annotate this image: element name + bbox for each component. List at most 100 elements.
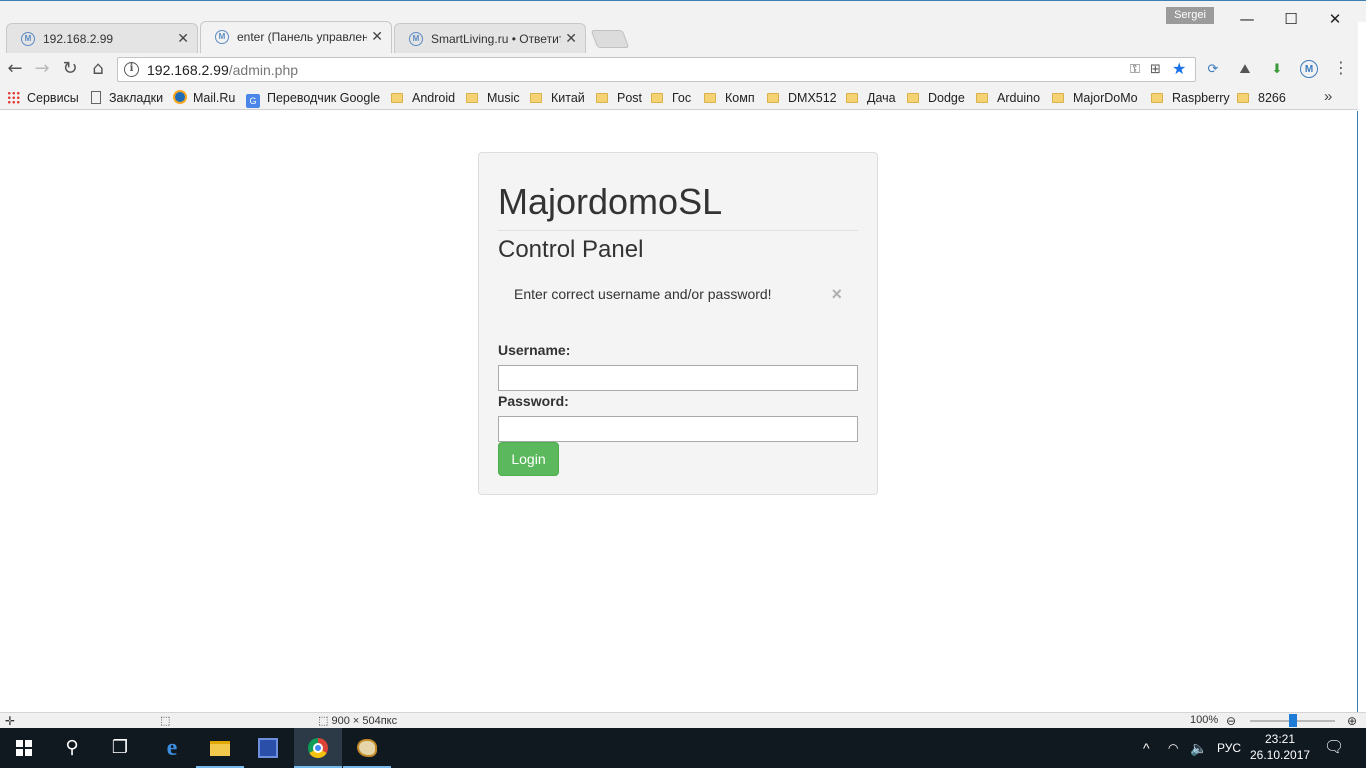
bookmark-folder-dmx512[interactable]: DMX512 (767, 89, 837, 107)
taskbar-chrome[interactable] (294, 728, 342, 768)
folder-icon (596, 93, 608, 103)
taskbar-file-explorer[interactable] (196, 728, 244, 768)
profile-badge[interactable]: Sergei (1166, 7, 1214, 24)
taskbar-edge[interactable]: e (148, 728, 196, 768)
bookmark-google-translate[interactable]: G Переводчик Google (246, 89, 381, 108)
start-button[interactable] (0, 728, 48, 768)
bookmark-label: Raspberry (1172, 91, 1230, 105)
folder-icon (976, 93, 988, 103)
address-bar[interactable]: i 192.168.2.99/admin.php ⚿ ⊞ ★ (117, 57, 1196, 82)
minimize-button[interactable]: — (1224, 7, 1270, 31)
close-tab-icon[interactable]: ✕ (565, 30, 577, 47)
sync-extension-icon[interactable]: ⟳ (1204, 60, 1222, 78)
bookmark-mailru[interactable]: Mail.Ru (173, 89, 235, 107)
forward-arrow-icon[interactable]: → (31, 58, 53, 80)
bookmarks-bar: Сервисы Закладки Mail.Ru G Переводчик Goo… (0, 86, 1366, 110)
login-button[interactable]: Login (498, 442, 559, 476)
bookmark-folder-raspberry[interactable]: Raspberry (1151, 89, 1230, 107)
taskbar-save-app[interactable] (244, 728, 292, 768)
bookmark-folder-majordomo[interactable]: MajorDoMo (1052, 89, 1138, 107)
bookmark-label: Китай (551, 91, 585, 105)
tab-192-168-2-99[interactable]: M 192.168.2.99 ✕ (6, 23, 198, 53)
bookmark-label: Дача (867, 91, 896, 105)
bookmark-label: Гос (672, 91, 692, 105)
majordomo-extension-icon[interactable]: M (1300, 60, 1318, 78)
bookmark-folder-gos[interactable]: Гос (651, 89, 691, 107)
bookmarks-overflow-chevron-icon[interactable]: » (1324, 88, 1332, 105)
system-clock[interactable]: 23:21 26.10.2017 (1250, 731, 1310, 763)
bookmark-folder-dodge[interactable]: Dodge (907, 89, 965, 107)
username-label: Username: (498, 342, 571, 358)
vpn-extension-icon[interactable]: ⛰ (1236, 60, 1254, 78)
zoom-slider-thumb[interactable] (1289, 714, 1297, 727)
network-icon[interactable]: ◠ (1168, 728, 1178, 768)
close-window-button[interactable]: ✕ (1312, 7, 1358, 31)
bookmark-folder-post[interactable]: Post (596, 89, 642, 107)
bookmark-folder-dacha[interactable]: Дача (846, 89, 896, 107)
volume-icon[interactable]: 🔈 (1190, 728, 1207, 768)
close-tab-icon[interactable]: ✕ (371, 28, 383, 45)
bookmark-label: Переводчик Google (267, 91, 381, 105)
chrome-menu-icon[interactable]: ⋮ (1332, 60, 1350, 78)
tab-strip: Sergei — ☐ ✕ M 192.168.2.99 ✕ M enter (П… (0, 0, 1366, 54)
task-view-icon[interactable]: ❐ (96, 728, 144, 768)
bookmark-folder-8266[interactable]: 8266 (1237, 89, 1286, 107)
majordomo-favicon-icon: M (21, 32, 35, 46)
translate-icon[interactable]: ⊞ (1150, 61, 1161, 77)
bookmark-folder-music[interactable]: Music (466, 89, 520, 107)
paint-palette-icon (357, 739, 377, 757)
bookmark-label: DMX512 (788, 91, 837, 105)
selection-icon: ⬚ (160, 715, 171, 727)
folder-icon (846, 93, 858, 103)
reload-icon[interactable]: ↻ (59, 58, 81, 80)
folder-icon (391, 93, 403, 103)
windows-taskbar: ⚲ ❐ e ^ ◠ 🔈 РУС 23:21 26.10.2017 🗨 (0, 728, 1366, 768)
bookmark-folder-android[interactable]: Android (391, 89, 455, 107)
tab-admin-enter[interactable]: M enter (Панель управлен ✕ (200, 21, 392, 53)
password-input[interactable] (498, 416, 858, 442)
majordomo-favicon-icon: M (215, 30, 229, 44)
bookmark-folder-china[interactable]: Китай (530, 89, 585, 107)
crop-icon: ⬚ (318, 715, 332, 727)
site-info-icon[interactable]: i (124, 62, 139, 77)
bookmark-label: Комп (725, 91, 755, 105)
username-input[interactable] (498, 365, 858, 391)
downloads-extension-icon[interactable]: ⬇ (1268, 60, 1286, 78)
bookmark-folder-arduino[interactable]: Arduino (976, 89, 1040, 107)
zoom-out-icon[interactable]: ⊖ (1226, 714, 1236, 728)
tab-smartliving[interactable]: M SmartLiving.ru • Ответит ✕ (394, 23, 586, 53)
close-tab-icon[interactable]: ✕ (177, 30, 189, 47)
url-path: /admin.php (228, 62, 299, 78)
maximize-button[interactable]: ☐ (1268, 7, 1314, 31)
bookmark-folder-komp[interactable]: Комп (704, 89, 755, 107)
folder-icon (767, 93, 779, 103)
back-arrow-icon[interactable]: ← (4, 58, 26, 80)
bookmark-services[interactable]: Сервисы (7, 89, 79, 107)
bookmark-label: 8266 (1258, 91, 1286, 105)
tab-title: 192.168.2.99 (43, 32, 114, 46)
bookmark-label: Android (412, 91, 456, 105)
search-icon[interactable]: ⚲ (48, 728, 96, 768)
mailru-icon (173, 90, 187, 104)
tab-title: SmartLiving.ru • Ответит (431, 32, 561, 46)
bookmark-label: Сервисы (27, 91, 79, 105)
key-icon[interactable]: ⚿ (1130, 61, 1140, 77)
new-tab-button[interactable] (590, 30, 630, 48)
zoom-in-icon[interactable]: ⊕ (1347, 714, 1357, 728)
bookmark-label: Dodge (928, 91, 965, 105)
url-text: 192.168.2.99/admin.php (147, 62, 298, 78)
url-host: 192.168.2.99 (147, 62, 229, 78)
input-language[interactable]: РУС (1217, 728, 1241, 768)
bookmark-star-icon[interactable]: ★ (1172, 59, 1186, 79)
login-panel: MajordomoSL Control Panel Enter correct … (478, 152, 878, 495)
taskbar-paint[interactable] (343, 728, 391, 768)
error-alert: Enter correct username and/or password! … (498, 275, 858, 313)
alert-close-icon[interactable]: × (831, 284, 842, 305)
folder-icon (466, 93, 478, 103)
windows-logo-icon (16, 740, 32, 756)
bookmark-zakladki[interactable]: Закладки (91, 89, 163, 107)
action-center-icon[interactable]: 🗨 (1324, 728, 1344, 768)
home-icon[interactable]: ⌂ (87, 58, 109, 80)
show-hidden-icons-chevron-icon[interactable]: ^ (1143, 728, 1150, 768)
browser-toolbar: ← → ↻ ⌂ i 192.168.2.99/admin.php ⚿ ⊞ ★ ⟳… (0, 54, 1366, 86)
